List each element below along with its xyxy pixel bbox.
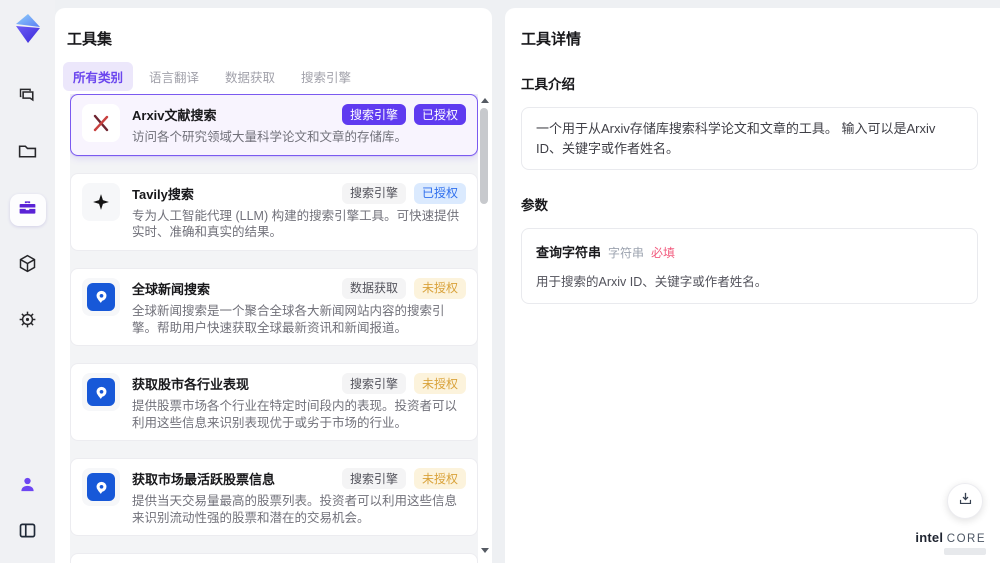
tool-auth-badge: 未授权 [413,468,466,490]
tool-description: 专为人工智能代理 (LLM) 构建的搜索引擎工具。可快速提供实时、准确和真实的结… [132,208,460,240]
global-news-icon [87,473,115,502]
params-heading: 参数 [521,198,548,213]
parameter-type: 字符串 [608,246,645,260]
intel-ultra-bar [944,548,986,555]
sidebar-item-user[interactable] [10,471,46,503]
intel-core-logo: intel CORE [915,530,986,555]
tool-auth-badge: 未授权 [413,277,466,300]
tool-auth-badge: 未授权 [413,373,466,395]
scroll-down-arrow-icon[interactable] [481,548,489,553]
global-news-icon [87,282,115,311]
intel-wordmark: intel [915,530,944,545]
tool-card[interactable]: 获取股市各行业表现 搜索引擎 未授权 提供股票市场各个行业在特定时间段内的表现。… [70,363,478,442]
sidebar-item-settings[interactable] [10,306,46,338]
scroll-up-arrow-icon[interactable] [481,98,489,103]
tool-list-scrollbar[interactable] [479,94,491,557]
sidebar-item-panel-toggle[interactable] [10,517,46,549]
tool-name: Arxiv文献搜索 [132,108,217,123]
user-icon [17,474,38,500]
tool-category-badge: 搜索引擎 [341,468,406,490]
tab-all[interactable]: 所有类别 [63,62,134,91]
folder-icon [17,141,38,167]
toolset-panel: 工具集 所有类别 语言翻译 数据获取 搜索引擎 Arxiv文献搜索 搜索引擎 已… [55,8,492,563]
details-title: 工具详情 [521,31,582,48]
tab-search[interactable]: 搜索引擎 [291,62,361,91]
tool-card[interactable]: 万维地区新闻查询 搜索引擎 未授权 查询具体行政区划内的新闻，快速了解各地新闻动 [70,553,478,563]
tool-name: 获取市场最活跃股票信息 [132,472,276,488]
tool-description: 提供当天交易量最高的股票列表。投资者可以利用这些信息来识别流动性强的股票和潜在的… [132,494,458,525]
tab-translate[interactable]: 语言翻译 [139,62,209,91]
sparkle-icon [91,192,111,212]
toolset-title: 工具集 [67,31,113,48]
parameter-description: 用于搜索的Arxiv ID、关键字或作者姓名。 [536,275,768,289]
download-button[interactable] [947,483,983,519]
tool-category-badge: 搜索引擎 [341,182,406,204]
tool-card[interactable]: Arxiv文献搜索 搜索引擎 已授权 访问各个研究领域大量科学论文和文章的存储库… [70,94,478,156]
panel-toggle-icon [17,520,38,546]
tool-card[interactable]: Tavily搜索 搜索引擎 已授权 专为人工智能代理 (LLM) 构建的搜索引擎… [70,172,478,251]
app-logo[interactable] [9,10,47,48]
tool-list: Arxiv文献搜索 搜索引擎 已授权 访问各个研究领域大量科学论文和文章的存储库… [70,94,478,563]
left-sidebar [0,0,55,563]
arxiv-logo-icon [89,111,113,135]
chat-icon [17,85,38,111]
tool-category-badge: 搜索引擎 [341,373,406,395]
tool-auth-badge: 已授权 [413,104,466,126]
category-tabs: 所有类别 语言翻译 数据获取 搜索引擎 [63,62,492,91]
gear-icon [17,309,38,335]
tool-category-badge: 数据获取 [341,277,406,300]
download-icon [957,490,974,512]
tool-auth-badge: 已授权 [413,182,466,204]
tool-icon [82,277,120,316]
core-wordmark: CORE [946,533,986,545]
toolbox-icon [17,197,38,223]
tool-intro-box: 一个用于从Arxiv存储库搜索科学论文和文章的工具。 输入可以是Arxiv ID… [521,107,978,170]
tool-card[interactable]: 获取市场最活跃股票信息 搜索引擎 未授权 提供当天交易量最高的股票列表。投资者可… [70,458,478,537]
tool-description: 全球新闻搜索是一个聚合全球各大新闻网站内容的搜索引擎。帮助用户快速获取全球最新资… [132,304,445,335]
tool-icon [82,104,120,142]
sidebar-item-files[interactable] [10,138,46,170]
global-news-icon [87,378,115,407]
tool-description: 访问各个研究领域大量科学论文和文章的存储库。 [132,130,408,145]
tool-card[interactable]: 全球新闻搜索 数据获取 未授权 全球新闻搜索是一个聚合全球各大新闻网站内容的搜索… [70,267,478,347]
tool-details-panel: 工具详情 工具介绍 一个用于从Arxiv存储库搜索科学论文和文章的工具。 输入可… [505,8,1000,563]
tool-description: 提供股票市场各个行业在特定时间段内的表现。投资者可以利用这些信息来识别表现优于或… [132,399,458,430]
tool-icon [82,468,120,507]
sidebar-item-chat[interactable] [10,82,46,114]
intro-heading: 工具介绍 [521,77,575,92]
sidebar-item-toolbox[interactable] [9,194,46,226]
tool-icon [82,373,120,412]
tab-data[interactable]: 数据获取 [215,62,285,91]
tool-icon [82,182,120,221]
parameter-item: 查询字符串 字符串 必填 用于搜索的Arxiv ID、关键字或作者姓名。 [521,228,978,304]
tool-name: 获取股市各行业表现 [132,377,250,393]
tool-category-badge: 搜索引擎 [341,104,406,126]
parameter-required-badge: 必填 [651,246,676,260]
sidebar-item-models[interactable] [10,250,46,282]
tool-name: 全球新闻搜索 [132,281,211,297]
parameter-name: 查询字符串 [536,245,602,260]
scrollbar-thumb[interactable] [480,108,488,204]
cube-icon [17,253,38,279]
tool-name: Tavily搜索 [132,186,194,202]
